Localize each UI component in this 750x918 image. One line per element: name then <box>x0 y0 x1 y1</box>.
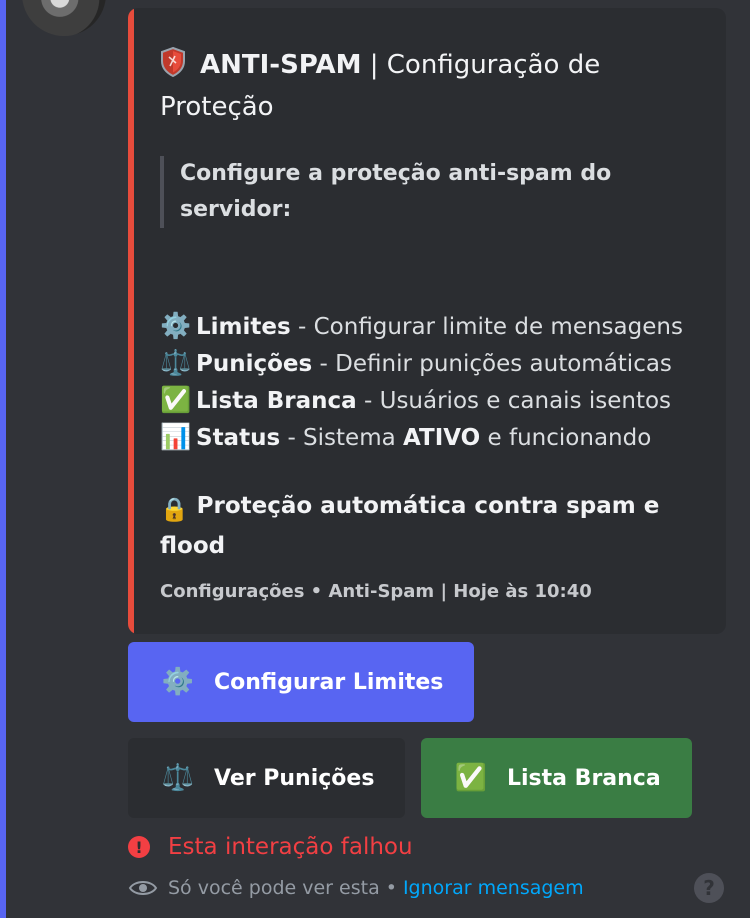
gear-icon: ⚙️ <box>161 667 195 697</box>
interaction-failed-notice: ! Esta interação falhou <box>128 830 413 864</box>
button-label: Ver Punições <box>214 765 375 791</box>
list-item-limits: ⚙️ Limites - Configurar limite de mensage… <box>160 308 720 345</box>
embed-quote: Configure a proteção anti-spam do servid… <box>160 156 660 228</box>
whitelist-button[interactable]: ✅ Lista Branca <box>421 738 692 818</box>
ephemeral-text: Só você pode ver esta <box>168 877 380 899</box>
check-icon: ✅ <box>160 385 192 414</box>
lock-icon: 🔒 <box>160 497 189 523</box>
item-desc: - Usuários e canais isentos <box>356 388 672 414</box>
embed-accent-bar <box>128 8 134 634</box>
scales-icon: ⚖️ <box>160 348 192 377</box>
avatar[interactable] <box>22 0 106 36</box>
fail-text: Esta interação falhou <box>168 834 413 860</box>
configure-limits-button[interactable]: ⚙️ Configurar Limites <box>128 642 474 722</box>
button-label: Lista Branca <box>507 765 661 791</box>
eye-icon <box>128 881 158 895</box>
item-desc: - Definir punições automáticas <box>312 351 672 377</box>
bar-chart-icon: 📊 <box>160 422 192 451</box>
error-icon: ! <box>128 836 150 858</box>
help-icon[interactable]: ? <box>694 873 724 903</box>
list-item-whitelist: ✅ Lista Branca - Usuários e canais isento… <box>160 382 720 419</box>
embed-card: ANTI-SPAM | Configuração de Proteção Con… <box>128 8 726 634</box>
shield-icon <box>161 47 185 77</box>
gear-icon: ⚙️ <box>160 311 192 340</box>
auto-protection-text: 🔒 Proteção automática contra spam e floo… <box>160 488 680 564</box>
separator-dot: • <box>385 877 397 899</box>
item-desc: - Configurar limite de mensagens <box>290 314 683 340</box>
check-icon: ✅ <box>454 763 488 793</box>
feature-list: ⚙️ Limites - Configurar limite de mensage… <box>160 308 720 456</box>
scales-icon: ⚖️ <box>161 763 195 793</box>
embed-footer: Configurações • Anti-Spam | Hoje às 10:4… <box>160 581 592 602</box>
list-item-punishments: ⚖️ Punições - Definir punições automática… <box>160 345 720 382</box>
status-active: ATIVO <box>403 425 481 451</box>
view-punishments-button[interactable]: ⚖️ Ver Punições <box>128 738 405 818</box>
dismiss-message-link[interactable]: Ignorar mensagem <box>403 877 584 899</box>
item-label: Limites <box>196 314 291 340</box>
embed-title-bold: ANTI-SPAM <box>200 50 362 80</box>
item-label: Lista Branca <box>196 388 357 414</box>
button-label: Configurar Limites <box>214 669 444 695</box>
item-desc: e funcionando <box>480 425 652 451</box>
item-label: Status <box>196 425 281 451</box>
ephemeral-notice: Só você pode ver esta • Ignorar mensagem <box>128 872 584 904</box>
unread-indicator-stripe <box>0 0 6 918</box>
item-desc: - Sistema <box>280 425 404 451</box>
item-label: Punições <box>196 351 313 377</box>
auto-protection-label: Proteção automática contra spam e flood <box>160 493 660 559</box>
embed-title: ANTI-SPAM | Configuração de Proteção <box>160 44 680 128</box>
list-item-status: 📊 Status - Sistema ATIVO e funcionando <box>160 419 720 456</box>
